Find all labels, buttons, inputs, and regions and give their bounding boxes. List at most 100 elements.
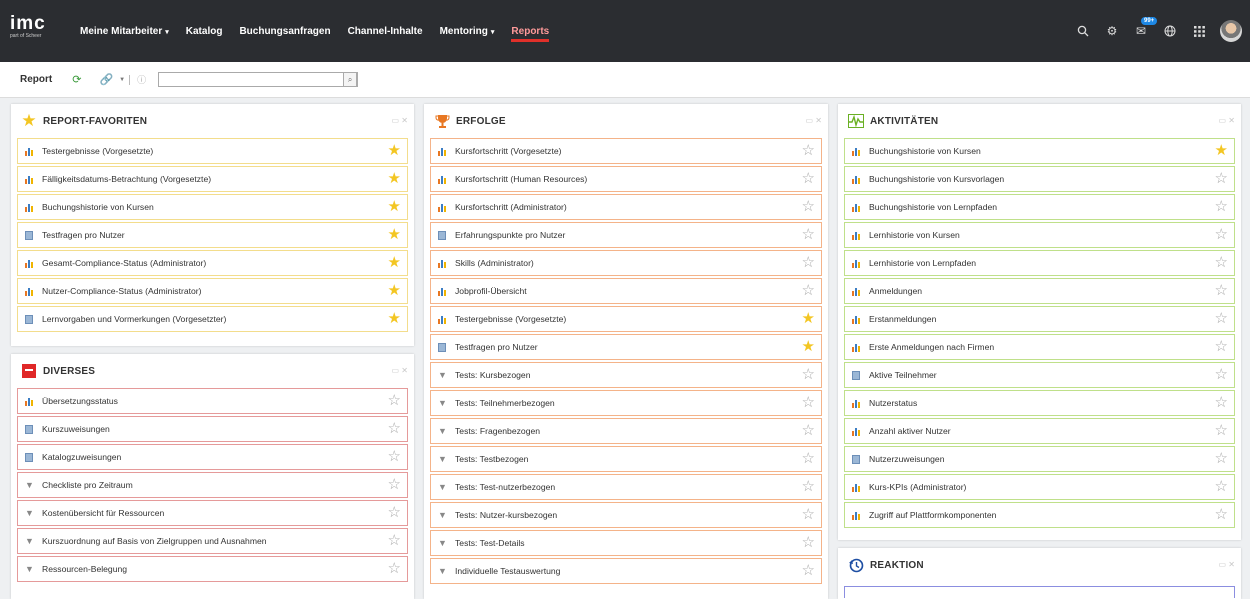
report-row[interactable]: Kursfortschritt (Vorgesetzte) ☆ (430, 138, 822, 164)
favorite-star-empty-icon[interactable]: ☆ (388, 449, 401, 465)
report-row[interactable]: Buchungshistorie von Kursvorlagen ☆ (844, 166, 1235, 192)
favorite-star-empty-icon[interactable]: ☆ (802, 283, 815, 299)
refresh-icon[interactable]: ⟳ (72, 73, 81, 86)
imc-logo[interactable]: imc part of Scheer (10, 14, 54, 50)
favorite-star-empty-icon[interactable]: ☆ (388, 477, 401, 493)
favorite-star-filled-icon[interactable]: ★ (388, 283, 401, 299)
favorite-star-empty-icon[interactable]: ☆ (802, 535, 815, 551)
favorite-star-empty-icon[interactable]: ☆ (1215, 451, 1228, 467)
favorite-star-empty-icon[interactable]: ☆ (388, 561, 401, 577)
report-row[interactable]: Erfahrungspunkte pro Nutzer ☆ (430, 222, 822, 248)
report-row[interactable]: Erstanmeldungen ☆ (844, 306, 1235, 332)
panel-window-controls[interactable]: ▭ ✕ (1219, 116, 1235, 125)
report-row[interactable]: Nutzer-Compliance-Status (Administrator)… (17, 278, 408, 304)
report-row[interactable]: Katalogzuweisungen ☆ (17, 444, 408, 470)
search-input[interactable]: ⌕ (158, 72, 359, 87)
report-row[interactable]: Kursfortschritt (Human Resources) ☆ (430, 166, 822, 192)
favorite-star-empty-icon[interactable]: ☆ (388, 505, 401, 521)
link-icon[interactable]: 🔗 (99, 73, 113, 86)
report-row[interactable]: Jobprofil-Übersicht ☆ (430, 278, 822, 304)
favorite-star-empty-icon[interactable]: ☆ (802, 367, 815, 383)
report-row[interactable]: Kurs-KPIs (Administrator) ☆ (844, 474, 1235, 500)
favorite-star-filled-icon[interactable]: ★ (388, 311, 401, 327)
report-row[interactable]: ▼ Kostenübersicht für Ressourcen ☆ (17, 500, 408, 526)
report-row[interactable]: Skills (Administrator) ☆ (430, 250, 822, 276)
favorite-star-filled-icon[interactable]: ★ (802, 339, 815, 355)
report-row[interactable]: Buchungshistorie von Kursen ★ (844, 138, 1235, 164)
favorite-star-empty-icon[interactable]: ☆ (1215, 199, 1228, 215)
report-row[interactable]: Nutzerstatus ☆ (844, 390, 1235, 416)
panel-window-controls[interactable]: ▭ ✕ (392, 366, 408, 375)
settings-icon[interactable]: ⚙ (1104, 23, 1120, 39)
user-avatar[interactable] (1220, 20, 1242, 42)
report-row[interactable]: Lernhistorie von Lernpfaden ☆ (844, 250, 1235, 276)
favorite-star-empty-icon[interactable]: ☆ (1215, 423, 1228, 439)
globe-icon[interactable] (1162, 23, 1178, 39)
favorite-star-empty-icon[interactable]: ☆ (1215, 227, 1228, 243)
panel-window-controls[interactable]: ▭ ✕ (392, 116, 408, 125)
favorite-star-empty-icon[interactable]: ☆ (802, 171, 815, 187)
favorite-star-empty-icon[interactable]: ☆ (1215, 171, 1228, 187)
favorite-star-filled-icon[interactable]: ★ (802, 311, 815, 327)
favorite-star-empty-icon[interactable]: ☆ (1215, 311, 1228, 327)
favorite-star-empty-icon[interactable]: ☆ (1215, 255, 1228, 271)
favorite-star-empty-icon[interactable]: ☆ (1215, 395, 1228, 411)
report-row[interactable]: Kurszuweisungen ☆ (17, 416, 408, 442)
favorite-star-empty-icon[interactable]: ☆ (802, 479, 815, 495)
report-row[interactable]: Testfragen pro Nutzer ★ (430, 334, 822, 360)
report-row[interactable]: Übersetzungsstatus ☆ (17, 388, 408, 414)
report-row[interactable]: Nutzerzuweisungen ☆ (844, 446, 1235, 472)
favorite-star-empty-icon[interactable]: ☆ (388, 393, 401, 409)
nav-item-mentoring[interactable]: Mentoring ▾ (440, 26, 495, 37)
favorite-star-filled-icon[interactable]: ★ (1215, 143, 1228, 159)
report-row[interactable]: ▼ Individuelle Testauswertung ☆ (430, 558, 822, 584)
favorite-star-empty-icon[interactable]: ☆ (802, 227, 815, 243)
report-row[interactable]: Zugriff auf Plattformkomponenten ☆ (844, 502, 1235, 528)
report-row[interactable]: Testergebnisse (Vorgesetzte) ★ (430, 306, 822, 332)
favorite-star-empty-icon[interactable]: ☆ (1215, 479, 1228, 495)
nav-item-meine-mitarbeiter[interactable]: Meine Mitarbeiter ▾ (80, 26, 169, 37)
report-row[interactable]: ▼ Tests: Teilnehmerbezogen ☆ (430, 390, 822, 416)
report-row[interactable]: Gesamt-Compliance-Status (Administrator)… (17, 250, 408, 276)
apps-grid-icon[interactable] (1191, 23, 1207, 39)
panel-window-controls[interactable]: ▭ ✕ (1219, 560, 1235, 569)
favorite-star-filled-icon[interactable]: ★ (388, 255, 401, 271)
favorite-star-empty-icon[interactable]: ☆ (388, 421, 401, 437)
report-row[interactable]: ▼ Tests: Nutzer-kursbezogen ☆ (430, 502, 822, 528)
favorite-star-empty-icon[interactable]: ☆ (1215, 283, 1228, 299)
report-row[interactable]: ▼ Tests: Kursbezogen ☆ (430, 362, 822, 388)
favorite-star-empty-icon[interactable]: ☆ (802, 199, 815, 215)
favorite-star-empty-icon[interactable]: ☆ (802, 395, 815, 411)
report-row[interactable]: Aktive Teilnehmer ☆ (844, 362, 1235, 388)
nav-item-katalog[interactable]: Katalog (186, 26, 223, 37)
favorite-star-filled-icon[interactable]: ★ (388, 171, 401, 187)
report-row[interactable]: Lernvorgaben und Vormerkungen (Vorgesetz… (17, 306, 408, 332)
search-button[interactable]: ⌕ (343, 72, 358, 87)
report-row[interactable]: Lernhistorie von Kursen ☆ (844, 222, 1235, 248)
report-row[interactable]: Buchungshistorie von Lernpfaden ☆ (844, 194, 1235, 220)
panel-window-controls[interactable]: ▭ ✕ (806, 116, 822, 125)
favorite-star-filled-icon[interactable]: ★ (388, 199, 401, 215)
favorite-star-empty-icon[interactable]: ☆ (802, 423, 815, 439)
report-row[interactable]: ▼ Ressourcen-Belegung ☆ (17, 556, 408, 582)
search-icon[interactable] (1075, 23, 1091, 39)
report-row[interactable]: Testergebnisse (Vorgesetzte) ★ (17, 138, 408, 164)
favorite-star-empty-icon[interactable]: ☆ (802, 451, 815, 467)
report-row[interactable]: ▼ Checkliste pro Zeitraum ☆ (17, 472, 408, 498)
report-row[interactable]: Kursfortschritt (Administrator) ☆ (430, 194, 822, 220)
favorite-star-empty-icon[interactable]: ☆ (1215, 339, 1228, 355)
messages-icon[interactable]: ✉ 99+ (1133, 17, 1158, 39)
report-row[interactable]: Fälligkeitsdatums-Betrachtung (Vorgesetz… (17, 166, 408, 192)
favorite-star-empty-icon[interactable]: ☆ (1215, 367, 1228, 383)
favorite-star-empty-icon[interactable]: ☆ (802, 507, 815, 523)
report-row[interactable]: Testfragen pro Nutzer ★ (17, 222, 408, 248)
nav-item-buchungsanfragen[interactable]: Buchungsanfragen (239, 26, 330, 37)
favorite-star-empty-icon[interactable]: ☆ (388, 533, 401, 549)
favorite-star-filled-icon[interactable]: ★ (388, 227, 401, 243)
report-row[interactable]: ▼ Tests: Test-Details ☆ (430, 530, 822, 556)
report-row[interactable]: ▼ Kurszuordnung auf Basis von Zielgruppen… (17, 528, 408, 554)
info-icon[interactable]: ⓘ (137, 73, 146, 86)
nav-item-channel-inhalte[interactable]: Channel-Inhalte (348, 26, 423, 37)
report-row[interactable]: Erste Anmeldungen nach Firmen ☆ (844, 334, 1235, 360)
chevron-down-icon[interactable]: ▼ (119, 77, 125, 83)
